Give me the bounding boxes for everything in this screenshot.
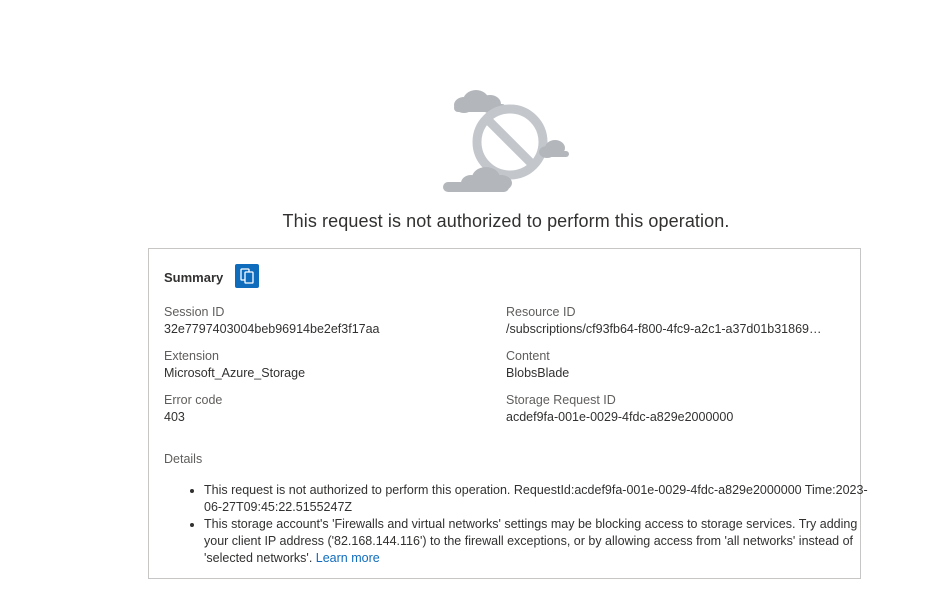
- error-headline: This request is not authorized to perfor…: [282, 211, 730, 231]
- extension-label: Extension: [164, 349, 219, 363]
- session-id-value: 32e7797403004beb96914be2ef3f17aa: [164, 322, 380, 336]
- storage-request-id-field: Storage Request ID acdef9fa-001e-0029-4f…: [506, 392, 836, 426]
- details-list: This request is not authorized to perfor…: [164, 482, 874, 567]
- content-value: BlobsBlade: [506, 366, 570, 380]
- details-label: Details: [164, 452, 203, 466]
- details-item: This storage account's 'Firewalls and vi…: [204, 516, 874, 567]
- resource-id-label: Resource ID: [506, 305, 576, 319]
- blocked-cloud-illustration: [443, 90, 569, 192]
- prohibition-sign-icon: [472, 104, 548, 180]
- resource-id-value: /subscriptions/cf93fb64-f800-4fc9-a2c1-a…: [506, 322, 822, 336]
- learn-more-link[interactable]: Learn more: [316, 551, 380, 565]
- error-code-value: 403: [164, 410, 185, 424]
- details-item-text: This request is not authorized to perfor…: [204, 483, 868, 514]
- content-label: Content: [506, 349, 550, 363]
- extension-value: Microsoft_Azure_Storage: [164, 366, 306, 380]
- copy-icon: [240, 268, 254, 284]
- storage-request-id-value: acdef9fa-001e-0029-4fdc-a829e2000000: [506, 410, 734, 424]
- details-item-text: This storage account's 'Firewalls and vi…: [204, 517, 858, 565]
- session-id-label: Session ID: [164, 305, 225, 319]
- content-field: Content BlobsBlade: [506, 348, 836, 382]
- copy-summary-button[interactable]: [235, 264, 259, 288]
- extension-field: Extension Microsoft_Azure_Storage: [164, 348, 484, 382]
- summary-title: Summary: [164, 270, 224, 285]
- error-code-field: Error code 403: [164, 392, 484, 426]
- error-code-label: Error code: [164, 393, 223, 407]
- error-page: This request is not authorized to perfor…: [0, 0, 949, 604]
- storage-request-id-label: Storage Request ID: [506, 393, 616, 407]
- session-id-field: Session ID 32e7797403004beb96914be2ef3f1…: [164, 304, 484, 338]
- resource-id-field: Resource ID /subscriptions/cf93fb64-f800…: [506, 304, 836, 338]
- summary-card: Summary Session ID 32e7797403004beb96914…: [148, 248, 868, 579]
- details-item: This request is not authorized to perfor…: [204, 482, 874, 516]
